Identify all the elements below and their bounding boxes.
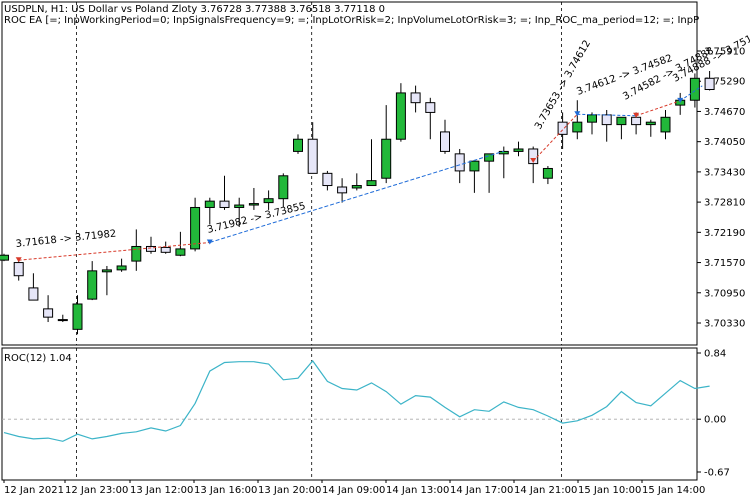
candle-body xyxy=(72,303,83,330)
time-axis-label: 14 Jan 21:00 xyxy=(514,485,577,496)
candle-body xyxy=(234,204,245,208)
candle-body xyxy=(57,319,68,322)
candle-body xyxy=(219,200,230,208)
candle-body xyxy=(704,77,715,91)
price-axis-label: 3.72190 xyxy=(704,228,745,239)
candle-body xyxy=(660,116,671,133)
candle-body xyxy=(307,138,318,174)
candle-body xyxy=(293,138,303,152)
candle-body xyxy=(587,114,597,123)
ea-parameters-header: ROC EA [=; InpWorkingPeriod=0; InpSignal… xyxy=(4,15,699,26)
price-axis-label: 3.70950 xyxy=(704,288,745,299)
candle-body xyxy=(469,160,480,172)
candle-body xyxy=(366,180,377,187)
candle-body xyxy=(160,246,171,253)
candle-body xyxy=(513,148,524,152)
candle-body xyxy=(616,116,627,126)
candle-body xyxy=(572,121,583,133)
candle-body xyxy=(351,185,362,189)
time-axis-label: 15 Jan 10:00 xyxy=(578,485,641,496)
candle-body xyxy=(601,114,612,126)
candle-body xyxy=(116,265,127,271)
candle-body xyxy=(322,172,333,187)
candle-body xyxy=(175,248,186,256)
candle-body xyxy=(395,92,406,140)
time-axis-label: 12 Jan 2021 xyxy=(4,485,64,496)
time-axis-label: 14 Jan 13:00 xyxy=(386,485,449,496)
candle-body xyxy=(337,186,348,194)
roc-axis-label: 0.84 xyxy=(704,349,726,360)
candle-body xyxy=(190,206,201,250)
time-axis-label: 13 Jan 20:00 xyxy=(258,485,321,496)
candle-body xyxy=(13,262,24,277)
time-axis-label: 13 Jan 16:00 xyxy=(194,485,257,496)
price-axis-label: 3.71570 xyxy=(704,258,745,269)
roc-indicator-label: ROC(12) 1.04 xyxy=(4,353,72,364)
candle-body xyxy=(28,287,39,301)
candle-body xyxy=(425,102,436,113)
chart-canvas[interactable]: 3.759103.752903.746703.740503.734303.728… xyxy=(0,0,750,500)
roc-axis-label: -0.67 xyxy=(704,468,730,479)
time-axis-label: 12 Jan 23:00 xyxy=(65,485,128,496)
price-axis-label: 3.74050 xyxy=(704,137,745,148)
time-axis-label: 14 Jan 09:00 xyxy=(322,485,385,496)
price-axis-label: 3.70330 xyxy=(704,319,745,330)
candle-body xyxy=(542,167,553,179)
candle-body xyxy=(43,308,54,318)
price-axis-label: 3.72810 xyxy=(704,198,745,209)
trade-arrow-icon xyxy=(574,111,581,117)
candle-body xyxy=(454,153,465,172)
candle-body xyxy=(557,121,568,135)
time-axis-label: 13 Jan 12:00 xyxy=(130,485,193,496)
candle-body xyxy=(278,175,289,200)
candle-body xyxy=(263,198,274,204)
trade-label: 3.71618 -> 3.71982 xyxy=(15,228,117,250)
candle-body xyxy=(248,203,259,206)
price-axis-label: 3.73430 xyxy=(704,167,745,178)
price-axis-label: 3.74670 xyxy=(704,107,745,118)
candle-body xyxy=(381,138,392,179)
candle-body xyxy=(440,131,450,152)
time-axis-label: 14 Jan 17:00 xyxy=(450,485,513,496)
roc-axis-label: 0.00 xyxy=(704,415,726,426)
candle-body xyxy=(101,269,112,273)
trade-line xyxy=(635,100,681,117)
candle-body xyxy=(645,121,656,126)
candle-body xyxy=(0,254,9,261)
time-axis-label: 15 Jan 14:00 xyxy=(642,485,705,496)
candle-body xyxy=(204,200,215,208)
roc-panel-frame xyxy=(1,347,698,481)
candle-body xyxy=(410,92,421,104)
candle-body xyxy=(87,270,98,300)
candle-body xyxy=(631,116,642,126)
roc-line xyxy=(3,359,710,442)
price-panel-frame xyxy=(1,1,698,346)
candle-body xyxy=(498,150,509,155)
